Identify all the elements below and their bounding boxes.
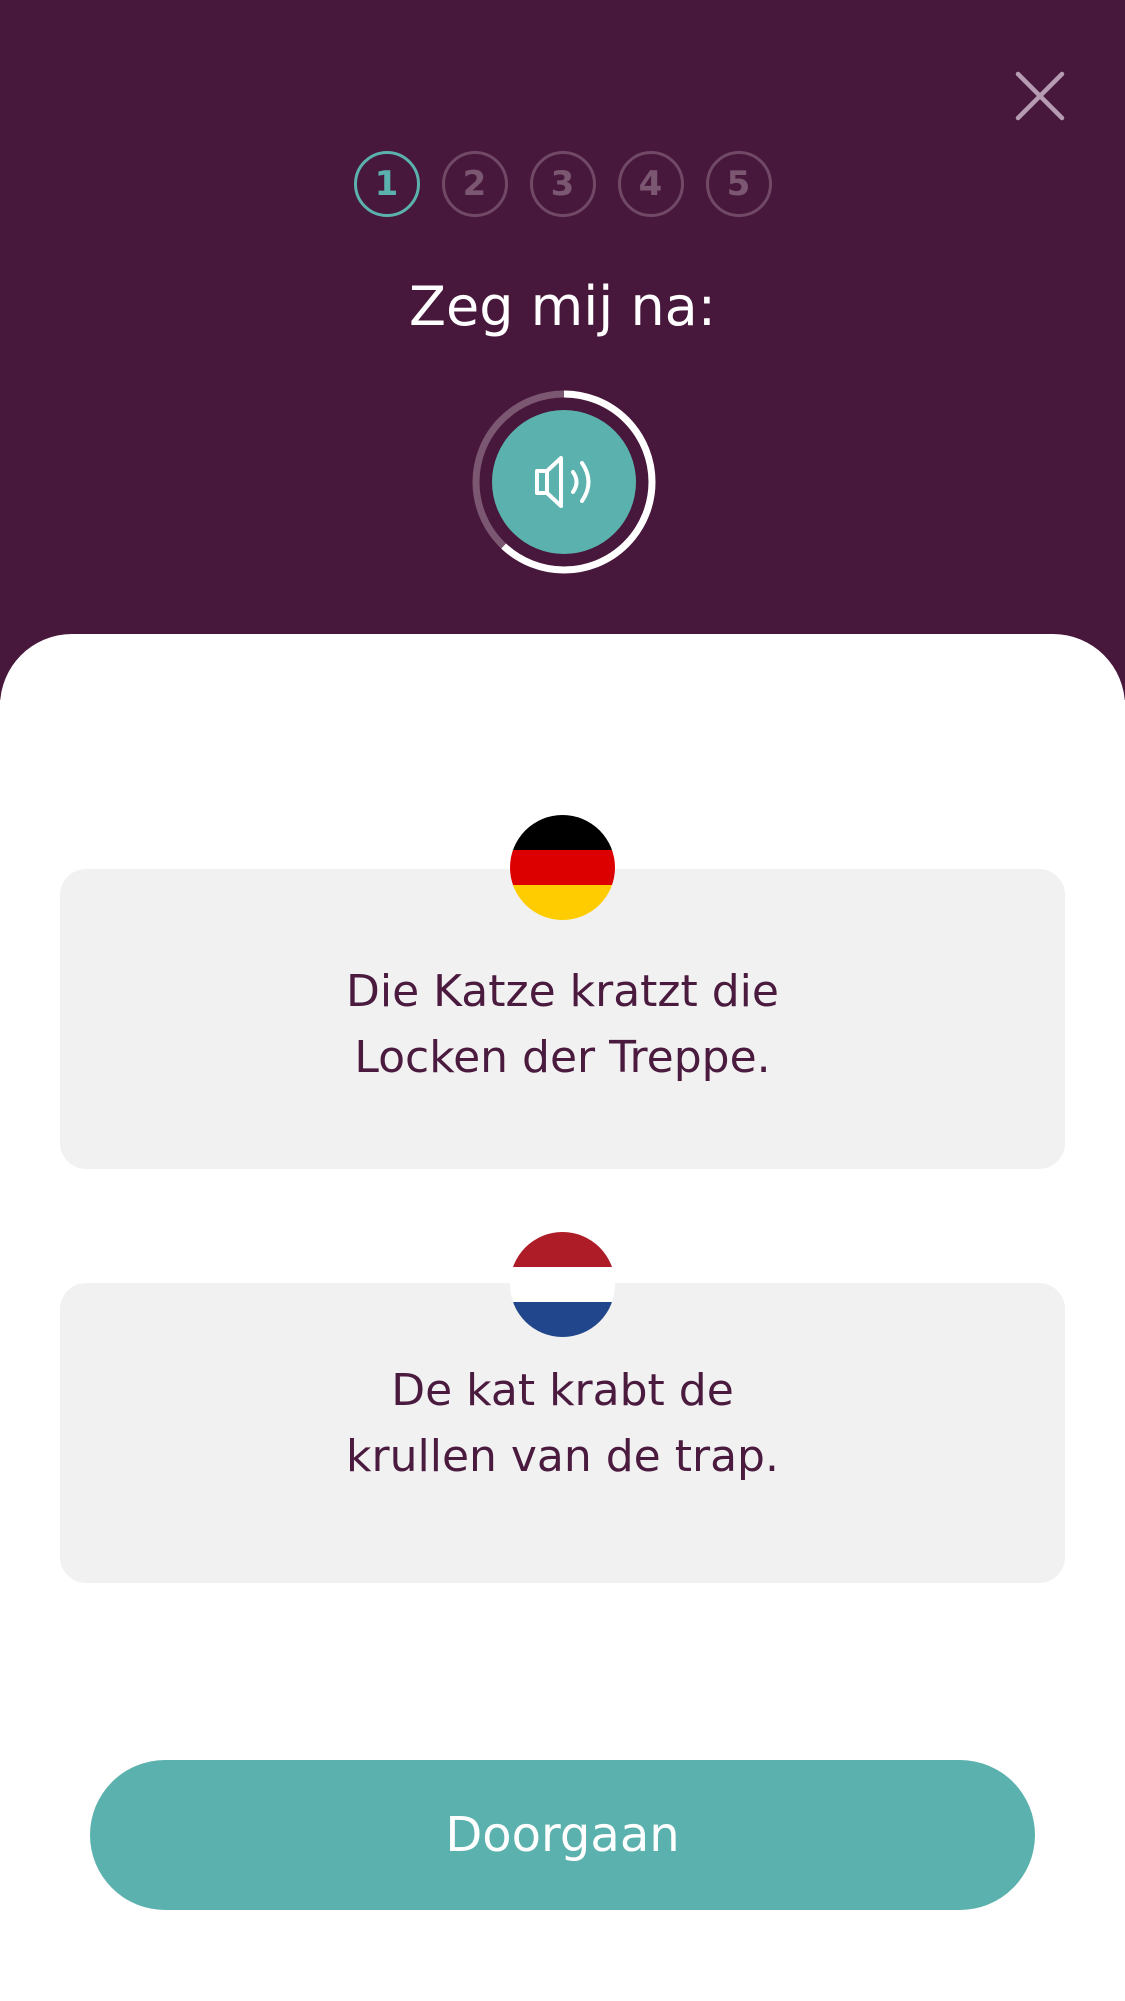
prompt-title: Zeg mij na: <box>409 275 716 338</box>
germany-flag <box>510 815 615 920</box>
exercise-header: 1 2 3 4 5 Zeg mij na: <box>0 0 1125 700</box>
close-icon <box>1015 71 1065 121</box>
source-sentence: Die Katze kratzt die Locken der Treppe. <box>60 959 1065 1091</box>
step-1[interactable]: 1 <box>353 151 420 217</box>
speaker-icon <box>535 456 591 508</box>
target-sentence: De kat krabt de krullen van de trap. <box>60 1358 1065 1490</box>
continue-button[interactable]: Doorgaan <box>90 1760 1035 1910</box>
step-indicator: 1 2 3 4 5 <box>0 151 1125 217</box>
source-sentence-line-1: Die Katze kratzt die <box>346 966 779 1017</box>
play-audio-button[interactable] <box>469 387 659 577</box>
step-5[interactable]: 5 <box>705 151 772 217</box>
flag-band-red <box>510 850 615 885</box>
step-3[interactable]: 3 <box>529 151 596 217</box>
audio-button-circle <box>492 410 636 554</box>
source-sentence-line-2: Locken der Treppe. <box>354 1032 771 1083</box>
step-4[interactable]: 4 <box>617 151 684 217</box>
target-sentence-line-2: krullen van de trap. <box>346 1431 779 1482</box>
netherlands-flag <box>510 1232 615 1337</box>
target-sentence-line-1: De kat krabt de <box>391 1365 734 1416</box>
close-button[interactable] <box>1012 68 1068 124</box>
flag-band-white <box>510 1267 615 1302</box>
exercise-screen: 1 2 3 4 5 Zeg mij na: Die Katze kratzt d… <box>0 0 1125 2001</box>
step-2[interactable]: 2 <box>441 151 508 217</box>
